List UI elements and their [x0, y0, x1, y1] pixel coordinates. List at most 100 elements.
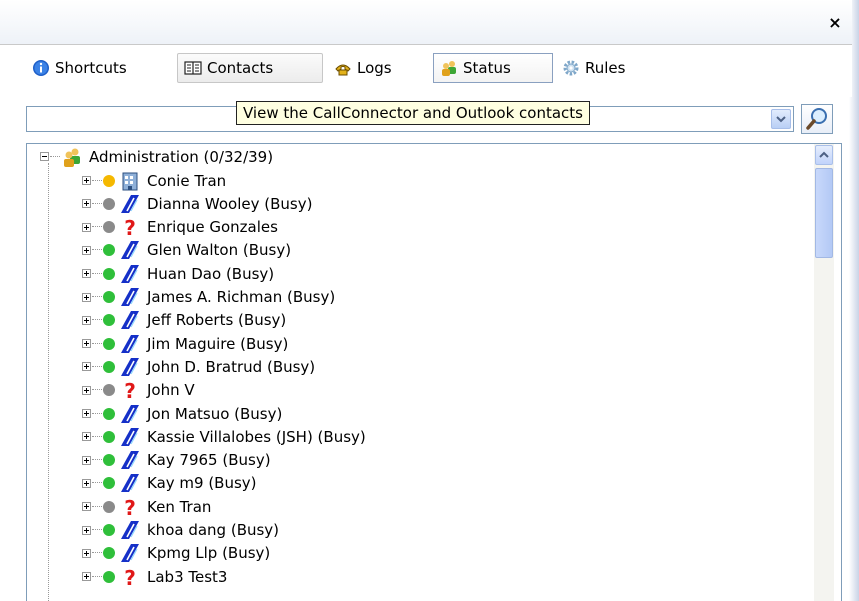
contact-row[interactable]: Kpmg Llp (Busy) [82, 542, 270, 565]
expand-toggle[interactable] [82, 409, 91, 418]
contact-row[interactable]: Jim Maguire (Busy) [82, 332, 288, 355]
expand-toggle[interactable] [82, 385, 91, 395]
tree-connector [92, 342, 102, 345]
expand-toggle[interactable] [82, 572, 91, 582]
contact-row[interactable]: khoa dang (Busy) [82, 519, 279, 542]
expand-toggle[interactable] [82, 176, 91, 185]
expand-toggle[interactable] [82, 315, 91, 325]
expand-toggle[interactable] [82, 222, 91, 232]
expand-toggle[interactable] [82, 362, 91, 372]
title-bar: × [0, 0, 852, 45]
scroll-thumb[interactable] [815, 168, 833, 258]
gear-icon [563, 60, 579, 76]
expand-toggle[interactable] [82, 245, 91, 255]
tree-connector [92, 272, 102, 275]
contact-name: Jon Matsuo (Busy) [147, 404, 283, 423]
search-button[interactable] [801, 104, 833, 134]
presence-status-icon [103, 337, 115, 350]
contact-row[interactable]: Jeff Roberts (Busy) [82, 309, 286, 332]
presence-status-icon [103, 360, 115, 373]
svg-text:?: ? [124, 379, 136, 401]
expand-toggle[interactable] [82, 478, 91, 488]
contact-row[interactable]: Glen Walton (Busy) [82, 239, 291, 262]
contact-name: Conie Tran [147, 171, 227, 190]
contact-row[interactable]: ? Ken Tran [82, 495, 211, 518]
phone-handset-icon [121, 404, 139, 423]
tab-logs[interactable]: Logs [328, 53, 398, 83]
contact-name: John D. Bratrud (Busy) [147, 357, 316, 376]
contact-row[interactable]: ? Enrique Gonzales [82, 216, 278, 239]
tree-connector [92, 529, 102, 531]
tree-connector [92, 459, 102, 461]
phone-handset-icon [121, 521, 139, 539]
contact-name: James A. Richman (Busy) [147, 288, 336, 306]
contact-name: Jeff Roberts (Busy) [147, 311, 287, 330]
chevron-down-icon [776, 116, 786, 123]
presence-status-icon [103, 407, 115, 420]
contact-row[interactable]: ? Lab3 Test3 [82, 565, 227, 588]
expand-toggle[interactable] [82, 548, 91, 558]
presence-status-icon [103, 174, 115, 187]
expand-toggle[interactable] [82, 269, 91, 279]
contact-row[interactable]: Jon Matsuo (Busy) [82, 402, 282, 425]
collapse-toggle[interactable] [40, 152, 49, 161]
presence-status-icon [103, 500, 115, 513]
contact-row[interactable]: Kassie Villalobes (JSH) (Busy) [82, 425, 366, 448]
expand-toggle[interactable] [82, 455, 91, 465]
phone-handset-icon [121, 357, 139, 376]
svg-text:?: ? [124, 566, 136, 588]
tab-status[interactable]: Status [433, 53, 553, 83]
tree-connector [92, 365, 102, 368]
tree-connector [92, 249, 102, 251]
presence-status-icon [103, 570, 115, 583]
contact-row[interactable]: Conie Tran [82, 169, 226, 192]
question-icon: ? [124, 216, 136, 238]
tab-shortcuts[interactable]: Shortcuts [26, 53, 133, 83]
presence-status-icon [103, 524, 115, 536]
tree-connector [92, 552, 102, 554]
dropdown-arrow-button[interactable] [771, 109, 791, 129]
contact-name: John V [147, 381, 195, 400]
scroll-up-button[interactable] [815, 145, 833, 165]
presence-status-icon [103, 477, 115, 490]
contact-name: Ken Tran [147, 497, 212, 516]
phone-handset-icon [121, 427, 139, 446]
contact-row[interactable]: James A. Richman (Busy) [82, 286, 335, 309]
question-icon: ? [124, 496, 136, 518]
callconnector-window: × Shortcuts Contacts Logs Status Rules V… [0, 0, 859, 601]
phone-icon [335, 64, 351, 76]
contact-row[interactable]: Dianna Wooley (Busy) [82, 192, 312, 215]
question-icon: ? [124, 566, 136, 588]
tree-group-administration[interactable]: Administration (0/32/39) [40, 145, 273, 168]
expand-toggle[interactable] [82, 502, 91, 512]
tree-connector [50, 155, 60, 158]
contact-name: Enrique Gonzales [147, 218, 278, 237]
contact-row[interactable]: ? John V [82, 379, 195, 402]
tab-rules[interactable]: Rules [556, 53, 631, 83]
expand-toggle[interactable] [82, 292, 91, 302]
expand-toggle[interactable] [82, 525, 91, 535]
expand-toggle[interactable] [82, 339, 91, 349]
close-button[interactable]: × [826, 14, 844, 32]
tree-connector [92, 179, 102, 182]
contact-name: Lab3 Test3 [147, 567, 228, 586]
tab-label: Logs [357, 59, 392, 77]
presence-status-icon [103, 221, 115, 234]
contact-name: Jim Maguire (Busy) [147, 334, 289, 353]
contact-name: khoa dang (Busy) [147, 521, 280, 539]
contact-row[interactable]: Kay m9 (Busy) [82, 472, 257, 495]
tab-label: Status [463, 59, 511, 77]
tab-label: Shortcuts [55, 59, 127, 77]
contact-row[interactable]: Huan Dao (Busy) [82, 262, 274, 285]
presence-status-icon [103, 314, 115, 327]
phone-handset-icon [121, 194, 139, 213]
contact-row[interactable]: John D. Bratrud (Busy) [82, 355, 315, 378]
tab-contacts[interactable]: Contacts [177, 53, 323, 83]
expand-toggle[interactable] [82, 432, 91, 442]
contact-row[interactable]: Kay 7965 (Busy) [82, 449, 271, 472]
expand-toggle[interactable] [82, 199, 91, 209]
magnifier-icon [806, 108, 827, 130]
presence-status-icon [103, 197, 115, 210]
vertical-scrollbar[interactable] [814, 144, 834, 601]
users-status-icon [442, 61, 456, 76]
